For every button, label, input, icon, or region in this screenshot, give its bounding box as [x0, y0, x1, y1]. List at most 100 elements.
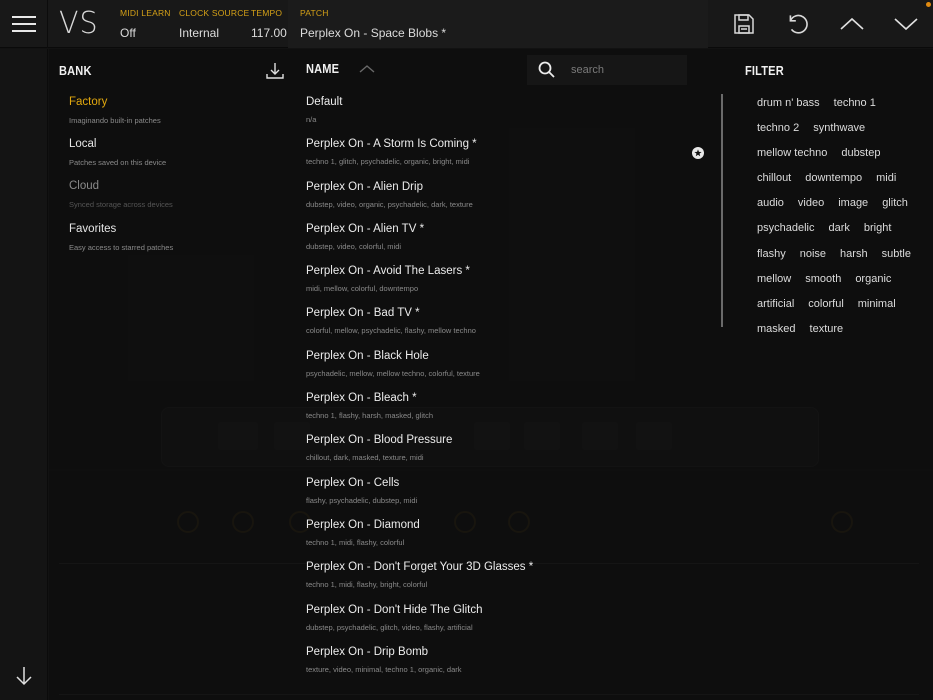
- patch-label: PATCH: [300, 8, 329, 18]
- scroll-down-button[interactable]: [12, 664, 36, 688]
- patch-tags: psychadelic, mellow, mellow techno, colo…: [306, 368, 480, 378]
- filter-tag[interactable]: video: [798, 191, 824, 216]
- bank-item-factory[interactable]: Factory Imaginando built-in patches: [69, 96, 161, 125]
- filter-tag[interactable]: subtle: [882, 242, 911, 267]
- patch-tags: dubstep, video, colorful, midi: [306, 241, 402, 251]
- bank-item-local[interactable]: Local Patches saved on this device: [69, 138, 166, 167]
- undo-icon: [789, 14, 808, 34]
- patch-list-item[interactable]: Perplex On - Bleach * techno 1, flashy, h…: [306, 390, 706, 432]
- patch-name: Perplex On - Cells: [306, 476, 400, 489]
- bank-item-name: Favorites: [69, 223, 117, 235]
- clock-source-label: CLOCK SOURCE: [179, 8, 250, 18]
- clock-source-status[interactable]: CLOCK SOURCE Internal: [179, 8, 249, 40]
- filter-tag[interactable]: flashy: [757, 242, 786, 267]
- patch-name: Perplex On - Avoid The Lasers *: [306, 265, 470, 278]
- bank-item-favorites[interactable]: Favorites Easy access to starred patches: [69, 223, 173, 252]
- filter-tag[interactable]: image: [838, 191, 868, 216]
- patch-list-item[interactable]: Perplex On - Drip Bomb texture, video, mi…: [306, 644, 706, 686]
- filter-tag[interactable]: harsh: [840, 242, 868, 267]
- patch-tags: dubstep, video, organic, psychadelic, da…: [306, 199, 473, 209]
- filter-tag[interactable]: texture: [810, 317, 844, 342]
- patch-list-item[interactable]: Default n/a: [306, 94, 706, 136]
- patch-name: Default: [306, 96, 343, 108]
- arrow-down-icon: [16, 667, 32, 686]
- filter-tags: drum n' bass techno 1 techno 2 synthwave mel…: [757, 91, 927, 342]
- bank-item-desc: Easy access to starred patches: [69, 243, 174, 252]
- filter-tag[interactable]: artificial: [757, 292, 794, 317]
- patch-list-item[interactable]: Perplex On - Diamond techno 1, midi, flas…: [306, 517, 706, 559]
- filter-tag[interactable]: psychadelic: [757, 216, 814, 241]
- filter-tag[interactable]: mellow techno: [757, 141, 827, 166]
- patch-name: Perplex On - Bad TV *: [306, 307, 420, 320]
- star-icon: [694, 149, 702, 157]
- patch-list-item[interactable]: Perplex On - Black Hole psychadelic, mell…: [306, 348, 706, 390]
- filter-tag[interactable]: mellow: [757, 267, 791, 292]
- menu-button[interactable]: [0, 0, 48, 48]
- filter-tag[interactable]: minimal: [858, 292, 896, 317]
- previous-patch-button[interactable]: [836, 8, 868, 40]
- patch-status[interactable]: PATCH Perplex On - Space Blobs *: [300, 8, 446, 40]
- search-icon: [538, 61, 555, 78]
- filter-tag[interactable]: organic: [855, 267, 891, 292]
- patch-name: Perplex On - Diamond: [306, 518, 420, 531]
- bank-item-cloud[interactable]: Cloud Synced storage across devices: [69, 180, 173, 209]
- filter-tag[interactable]: glitch: [882, 191, 908, 216]
- patch-list-item[interactable]: Perplex On - Bad TV * colorful, mellow, p…: [306, 305, 706, 347]
- patch-list-item[interactable]: Perplex On - Don't Hide The Glitch dubste…: [306, 602, 706, 644]
- filter-tag[interactable]: dark: [828, 216, 849, 241]
- filter-tag[interactable]: colorful: [808, 292, 843, 317]
- patch-tags: techno 1, flashy, harsh, masked, glitch: [306, 411, 434, 421]
- patch-name: Perplex On - Blood Pressure: [306, 434, 453, 447]
- filter-title: FILTER: [745, 63, 784, 78]
- tempo-status[interactable]: TEMPO 117.00: [251, 8, 287, 40]
- filter-tag[interactable]: bright: [864, 216, 892, 241]
- patch-name: Perplex On - Drip Bomb: [306, 645, 429, 658]
- search-box: [527, 55, 687, 85]
- patch-list-item[interactable]: Perplex On - Don't Forget Your 3D Glasse…: [306, 559, 706, 601]
- patch-name: Perplex On - Alien Drip: [306, 180, 423, 193]
- filter-tag[interactable]: midi: [876, 166, 896, 191]
- undo-button[interactable]: [782, 8, 814, 40]
- name-title: NAME: [306, 61, 340, 76]
- import-button[interactable]: [265, 61, 285, 81]
- patch-tags: colorful, mellow, psychadelic, flashy, m…: [306, 326, 476, 336]
- patch-list-item[interactable]: Perplex On - Alien TV * dubstep, video, c…: [306, 221, 706, 263]
- next-patch-button[interactable]: [890, 8, 922, 40]
- favorite-star-button[interactable]: [692, 147, 704, 159]
- filter-tag[interactable]: synthwave: [813, 116, 865, 141]
- app-logo: VS: [59, 6, 99, 41]
- filter-tag[interactable]: noise: [800, 242, 826, 267]
- patch-name: Perplex On - Black Hole: [306, 349, 429, 362]
- filter-tag[interactable]: chillout: [757, 166, 791, 191]
- save-button[interactable]: [728, 8, 760, 40]
- bank-item-desc: Imaginando built-in patches: [69, 116, 161, 125]
- filter-tag[interactable]: drum n' bass: [757, 91, 820, 116]
- patch-list-item[interactable]: Perplex On - Alien Drip dubstep, video, o…: [306, 179, 706, 221]
- patch-list-item[interactable]: Perplex On - A Storm Is Coming * techno 1…: [306, 136, 706, 178]
- menu-icon: [11, 16, 36, 32]
- sort-ascending-icon[interactable]: [359, 64, 375, 74]
- filter-tag[interactable]: smooth: [805, 267, 841, 292]
- filter-tag[interactable]: techno 2: [757, 116, 799, 141]
- filter-tag[interactable]: downtempo: [805, 166, 862, 191]
- bank-item-desc: Patches saved on this device: [69, 158, 167, 167]
- patch-list-item[interactable]: Perplex On - Blood Pressure chillout, dar…: [306, 432, 706, 474]
- filter-tag[interactable]: masked: [757, 317, 796, 342]
- filter-tag[interactable]: audio: [757, 191, 784, 216]
- filter-tag[interactable]: techno 1: [834, 91, 876, 116]
- patch-tags: flashy, psychadelic, dubstep, midi: [306, 495, 418, 505]
- tempo-value: 117.00: [251, 26, 287, 40]
- patch-tags: techno 1, midi, flashy, colorful: [306, 537, 405, 547]
- patch-list-item[interactable]: Perplex On - Cells flashy, psychadelic, d…: [306, 475, 706, 517]
- clock-source-value: Internal: [179, 26, 220, 40]
- patch-list: Default n/a Perplex On - A Storm Is Coming…: [306, 94, 706, 686]
- patch-tags: chillout, dark, masked, texture, midi: [306, 453, 424, 463]
- patch-name: Perplex On - Bleach *: [306, 392, 417, 405]
- search-input[interactable]: [571, 64, 681, 76]
- filter-tag[interactable]: dubstep: [841, 141, 880, 166]
- patch-list-item[interactable]: Perplex On - Avoid The Lasers * midi, mel…: [306, 263, 706, 305]
- filter-scrollbar[interactable]: [721, 94, 723, 327]
- midi-learn-status[interactable]: MIDI LEARN Off: [120, 8, 171, 40]
- patch-tags: n/a: [306, 115, 317, 124]
- name-column-header: NAME: [306, 61, 375, 76]
